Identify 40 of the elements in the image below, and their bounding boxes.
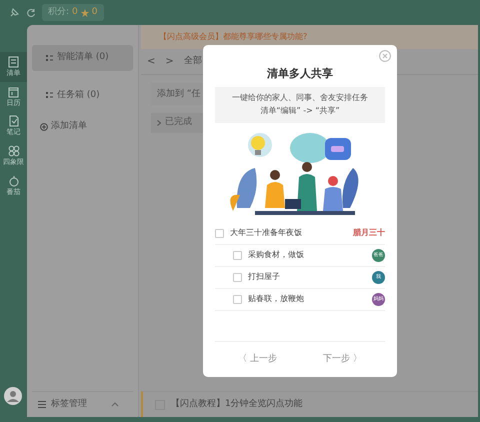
task-title: 贴春联，放鞭炮 [248, 293, 304, 306]
level-icon [80, 8, 89, 16]
task-checkbox[interactable] [233, 294, 242, 304]
task-checkbox[interactable] [215, 228, 224, 238]
note-icon [8, 115, 20, 128]
description-text: 一键给你的家人、同事、舍友安排任务 [232, 92, 368, 104]
close-button[interactable] [379, 50, 391, 62]
list-icon [8, 56, 20, 68]
tag-manager-label[interactable]: 标签管理 [51, 398, 87, 412]
task-checkbox[interactable] [233, 272, 242, 282]
calendar-icon [8, 86, 20, 98]
list-handle-icon [46, 92, 53, 98]
chevron-up-icon [111, 402, 119, 407]
avatar-icon [4, 387, 22, 405]
points-badge[interactable]: 积分: 0 0 [42, 4, 104, 22]
list-handle-icon [46, 54, 53, 61]
task-title: 采购食材，做饭 [248, 249, 304, 262]
description-text: 清单“编辑” -> “共享” [260, 104, 340, 117]
filter-tab[interactable]: 全部 [184, 54, 202, 68]
next-button[interactable]: > [165, 54, 174, 69]
prev-step-button[interactable]: 〈 上一步 [232, 352, 283, 368]
add-list-link[interactable]: 添加清单 [32, 120, 133, 134]
next-step-button[interactable]: 下一步 〉 [317, 352, 368, 368]
chevron-right-icon [157, 120, 161, 126]
task-title: 【闪点教程】1分钟全览闪点功能 [171, 398, 303, 411]
menu-icon [38, 401, 46, 408]
prev-button[interactable]: < [147, 54, 156, 69]
pin-icon [8, 6, 20, 18]
task-checkbox[interactable] [233, 250, 242, 260]
promo-banner[interactable]: 【闪点高级会员】都能尊享哪些专属功能? [141, 25, 478, 49]
due-date: 腊月三十 [353, 227, 385, 240]
dialog-title: 清单多人共享 [267, 67, 333, 80]
task-title: 大年三十准备年夜饭 [230, 227, 302, 240]
refresh-icon [26, 8, 36, 18]
list-item[interactable]: 任务箱 (0) [32, 82, 133, 108]
grid-icon [8, 145, 20, 158]
add-icon [40, 122, 48, 131]
list-item[interactable]: 智能清单 (0) [32, 45, 133, 70]
timer-icon [8, 174, 20, 187]
task-title: 打扫屋子 [248, 271, 280, 284]
